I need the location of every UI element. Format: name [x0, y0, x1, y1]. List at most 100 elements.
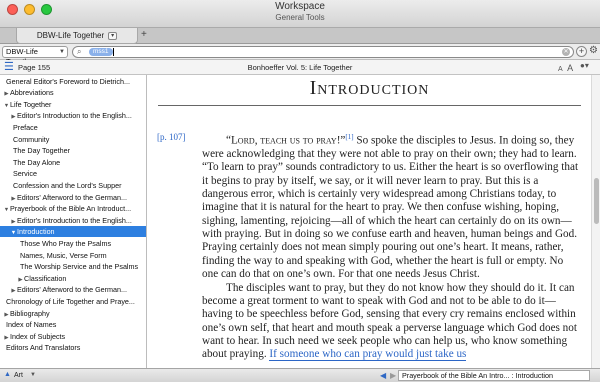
toc-item-label: Index of Names [6, 320, 57, 330]
book-title: Bonhoeffer Vol. 5: Life Together [247, 63, 353, 72]
toc-item[interactable]: Those Who Pray the Psalms [0, 238, 146, 249]
text-caret [113, 48, 114, 56]
app-window: Workspace General Tools DBW-Life Togethe… [0, 0, 600, 382]
toc-item-label: Abbreviations [10, 88, 54, 98]
chapter-title: Introduction [309, 77, 430, 99]
toc-item-label: Bibliography [10, 308, 50, 318]
toc-item[interactable]: ▶Index of Subjects [0, 331, 146, 342]
toc-item[interactable]: The Day Together [0, 145, 146, 156]
toc-item-label: Editors' Afterword to the German... [17, 192, 128, 202]
toc-item-label: Life Together [10, 99, 52, 109]
toc-item[interactable]: The Day Alone [0, 157, 146, 168]
panel-type-label[interactable]: Art [14, 371, 23, 381]
tab-bar: DBW-Life Together ▾ + [0, 28, 600, 44]
toc-item-label: Service [13, 169, 37, 179]
toc-item[interactable]: ▶Abbreviations [0, 87, 146, 98]
forward-arrow-icon[interactable]: ▶ [390, 371, 396, 380]
paragraph-opening: “Lord, teach us to pray!” [226, 134, 346, 147]
toc-item-label: Names, Music, Verse Form [20, 250, 107, 260]
disclosure-expanded-icon[interactable]: ▼ [3, 205, 10, 214]
toc-item-label: Confession and the Lord's Supper [13, 180, 122, 190]
status-bar: ▲ Art ▼ ◀ ▶ Prayerbook of the Bible An I… [0, 368, 600, 382]
paragraph: “Lord, teach us to pray!”[1] So spoke th… [202, 131, 582, 282]
paragraph-text: So spoke the disciples to Jesus. In doin… [202, 134, 579, 281]
disclosure-expanded-icon[interactable]: ▼ [10, 228, 17, 237]
footnote-link[interactable]: [1] [345, 133, 353, 141]
toc-item-label: Editors And Translators [6, 343, 81, 353]
body-text: “Lord, teach us to pray!”[1] So spoke th… [202, 131, 582, 362]
toc-item[interactable]: Editors And Translators [0, 342, 146, 353]
resource-select[interactable]: DBW-Life Together ▼ [2, 46, 68, 66]
panel-menu-icon[interactable]: ●▾ [580, 61, 589, 70]
toc-item-label: The Day Alone [13, 157, 61, 167]
toc-item[interactable]: ▶Classification [0, 273, 146, 284]
highlighted-link[interactable]: If someone who can pray would just take … [269, 348, 467, 362]
gear-icon[interactable]: ⚙ [589, 45, 598, 56]
disclosure-collapsed-icon[interactable]: ▶ [3, 333, 10, 342]
add-search-button[interactable]: + [576, 46, 587, 57]
search-toolbar: DBW-Life Together ▼ ⌕ mss1 ✕ + ⚙ [0, 44, 600, 66]
chevron-down-icon[interactable]: ▼ [30, 372, 36, 378]
search-input[interactable]: ⌕ mss1 ✕ [72, 46, 574, 58]
back-arrow-icon[interactable]: ◀ [380, 371, 386, 380]
paragraph: The disciples want to pray, but they do … [202, 282, 582, 362]
location-field[interactable]: Prayerbook of the Bible An Intro... : In… [398, 370, 590, 381]
toc-item-label: Editor's Introduction to the English... [17, 215, 132, 225]
increase-font-button[interactable]: A [567, 63, 573, 73]
toc-item-label: Preface [13, 122, 38, 132]
toc-item[interactable]: Service [0, 168, 146, 179]
toc-item[interactable]: ▶Editor's Introduction to the English... [0, 110, 146, 121]
window-subtitle: General Tools [275, 13, 325, 22]
toc-item-label: Prayerbook of the Bible An Introduct... [10, 204, 132, 214]
window-title: Workspace [275, 1, 325, 12]
title-rule [158, 105, 581, 106]
disclosure-expanded-icon[interactable]: ▼ [3, 101, 10, 110]
toc-item-label: The Worship Service and the Psalms [20, 262, 139, 272]
tab-menu-icon[interactable]: ▾ [108, 31, 118, 40]
toc-item[interactable]: ▶Editor's Introduction to the English... [0, 215, 146, 226]
toc-item[interactable]: Names, Music, Verse Form [0, 250, 146, 261]
toc-item[interactable]: ▶Bibliography [0, 308, 146, 319]
toc-item[interactable]: Confession and the Lord's Supper [0, 180, 146, 191]
disclosure-collapsed-icon[interactable]: ▶ [3, 89, 10, 98]
triangle-up-icon[interactable]: ▲ [4, 371, 11, 378]
toc-item-label: Community [13, 134, 50, 144]
panel-header: ☰ Page 155 Bonhoeffer Vol. 5: Life Toget… [0, 60, 600, 75]
reading-pane: Introduction [p. 107] “Lord, teach us to… [148, 75, 591, 368]
toc-item-label: Editors' Afterword to the German... [17, 285, 128, 295]
toc-item[interactable]: Preface [0, 122, 146, 133]
toc-item[interactable]: Chronology of Life Together and Praye... [0, 296, 146, 307]
toc-item[interactable]: ▶Editors' Afterword to the German... [0, 284, 146, 295]
toc-item[interactable]: ▼Introduction [0, 226, 146, 238]
page-reference-link[interactable]: [p. 107] [157, 132, 186, 142]
vertical-scrollbar[interactable] [591, 75, 600, 368]
search-icon[interactable]: ⌕ [77, 47, 81, 57]
disclosure-collapsed-icon[interactable]: ▶ [3, 310, 10, 319]
new-tab-button[interactable]: + [141, 29, 147, 40]
tab-label: DBW-Life Together [36, 31, 105, 40]
clear-search-icon[interactable]: ✕ [562, 48, 570, 56]
toc-item-label: General Editor's Foreword to Dietrich... [6, 76, 131, 86]
disclosure-collapsed-icon[interactable]: ▶ [10, 286, 17, 295]
disclosure-collapsed-icon[interactable]: ▶ [10, 194, 17, 203]
toc-item-label: Index of Subjects [10, 331, 66, 341]
disclosure-collapsed-icon[interactable]: ▶ [10, 112, 17, 121]
decrease-font-button[interactable]: A [558, 66, 563, 73]
tab-dbw-life-together[interactable]: DBW-Life Together ▾ [16, 28, 138, 44]
title-bar: Workspace General Tools [0, 0, 600, 28]
toc-item[interactable]: Index of Names [0, 319, 146, 330]
chevron-down-icon: ▼ [59, 49, 65, 55]
toc-sidebar: General Editor's Foreword to Dietrich...… [0, 75, 147, 368]
toc-item[interactable]: General Editor's Foreword to Dietrich... [0, 76, 146, 87]
toc-item-label: The Day Together [13, 146, 71, 156]
disclosure-collapsed-icon[interactable]: ▶ [10, 217, 17, 226]
toc-item[interactable]: The Worship Service and the Psalms [0, 261, 146, 272]
toc-item-label: Introduction [17, 227, 55, 237]
disclosure-collapsed-icon[interactable]: ▶ [17, 275, 24, 284]
scrollbar-thumb[interactable] [594, 178, 599, 224]
search-token[interactable]: mss1 [89, 48, 113, 56]
toc-item[interactable]: ▶Editors' Afterword to the German... [0, 192, 146, 203]
toc-item[interactable]: ▼Life Together [0, 99, 146, 110]
toc-item[interactable]: ▼Prayerbook of the Bible An Introduct... [0, 203, 146, 214]
toc-item[interactable]: Community [0, 134, 146, 145]
